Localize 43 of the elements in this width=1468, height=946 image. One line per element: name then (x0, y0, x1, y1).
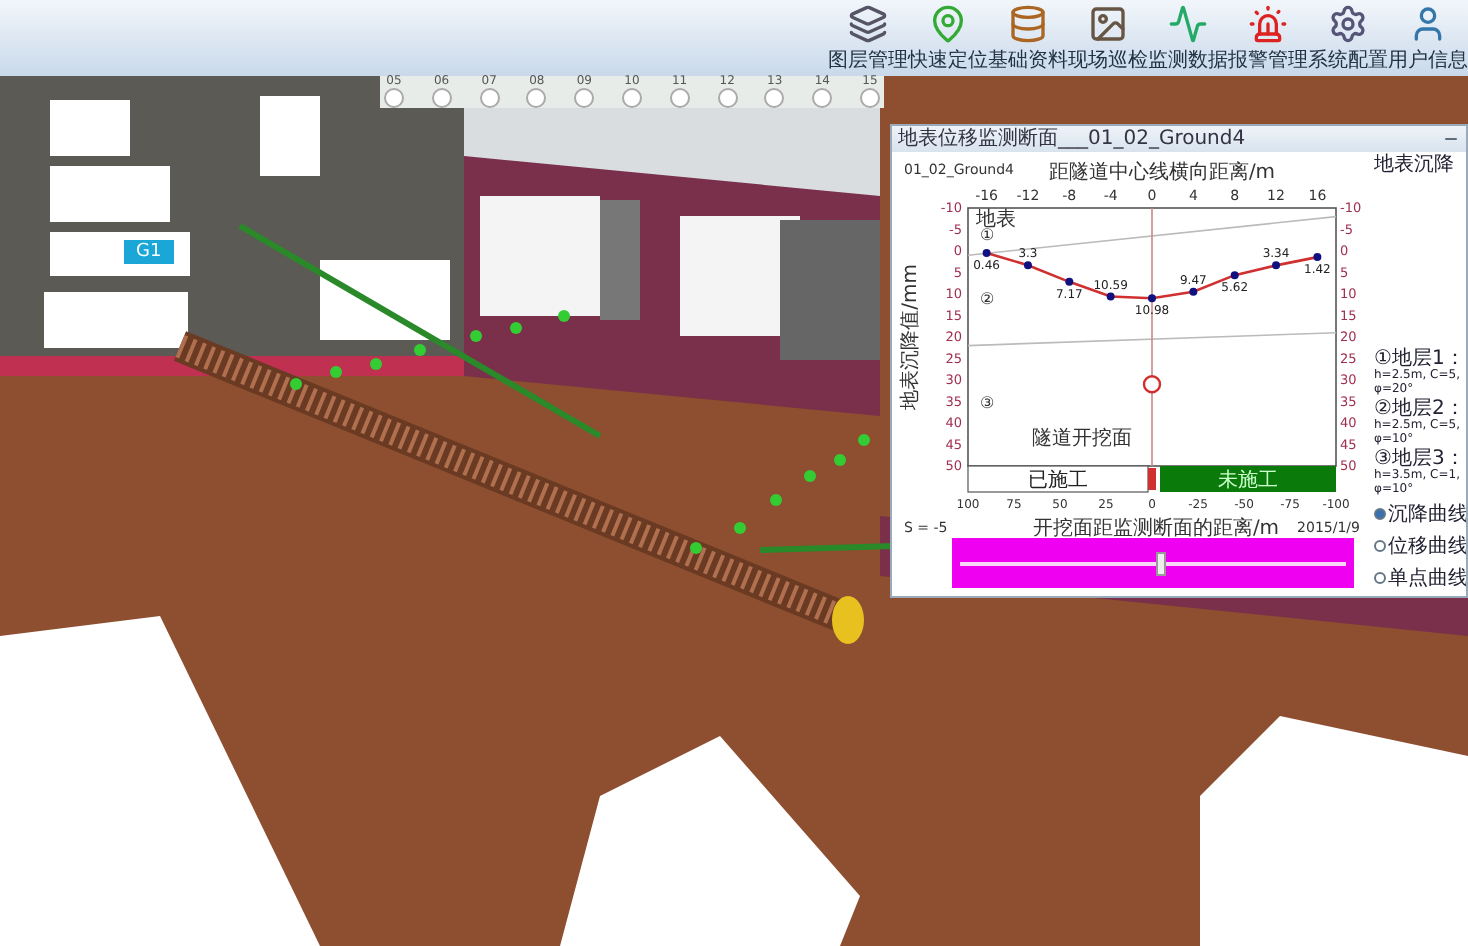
tunnel-marker-icon (1142, 375, 1162, 394)
data-point (1106, 292, 1115, 301)
gear-icon (1328, 4, 1368, 44)
toolbar-button[interactable]: 报警管理 (1228, 0, 1308, 76)
toolbar-button[interactable]: 监测数据 (1148, 0, 1228, 76)
surface-label: 地表 (976, 208, 1016, 231)
face-marker-icon (1148, 468, 1156, 490)
toolbar-button[interactable]: 基础资料 (988, 0, 1068, 76)
remaining-label: 未施工 (1218, 470, 1278, 492)
stratum-marker: ② (980, 290, 995, 309)
data-point (1272, 261, 1281, 270)
completed-label: 已施工 (1028, 470, 1088, 492)
stratum-marker: ① (980, 225, 995, 244)
progress-axis-title: 开挖面距监测断面的距离/m (1032, 518, 1280, 538)
data-point (982, 249, 991, 257)
database-icon (1008, 4, 1048, 44)
map-label: G1 (124, 240, 174, 264)
map-pin-icon (928, 4, 968, 44)
layers-icon (848, 4, 888, 44)
x-axis-title: 距隧道中心线横向距离/m (1048, 162, 1276, 184)
toolbar-button[interactable]: 用户信息 (1388, 0, 1468, 76)
toolbar-button[interactable]: 系统配置 (1308, 0, 1388, 76)
siren-icon (1248, 4, 1288, 44)
data-point (1313, 253, 1322, 262)
data-point (1023, 261, 1032, 270)
y-axis-title: 地表沉降值/mm (900, 264, 922, 410)
legend-label: 地表沉降 (1374, 156, 1456, 177)
toolbar-button[interactable]: 现场巡检 (1068, 0, 1148, 76)
data-point (1065, 277, 1074, 286)
face-label: 隧道开挖面 (1032, 428, 1132, 450)
stratum-text: ①地层1： (1374, 349, 1466, 370)
data-point (1148, 294, 1156, 303)
toolbar-button[interactable]: 快速定位 (908, 0, 988, 76)
stratum-marker: ③ (980, 393, 995, 412)
slider-thumb[interactable] (1156, 551, 1167, 575)
stratum-text: ③地层3： (1374, 449, 1466, 470)
data-point (1230, 271, 1239, 280)
window-title: 地表位移监测断面___01_02_Ground4 (898, 129, 1248, 149)
pulse-icon (1168, 4, 1208, 44)
stratum-text: ②地层2： (1374, 399, 1466, 420)
data-point (1189, 287, 1198, 296)
image-icon (1088, 4, 1128, 44)
toolbar-button[interactable]: 图层管理 (828, 0, 908, 76)
